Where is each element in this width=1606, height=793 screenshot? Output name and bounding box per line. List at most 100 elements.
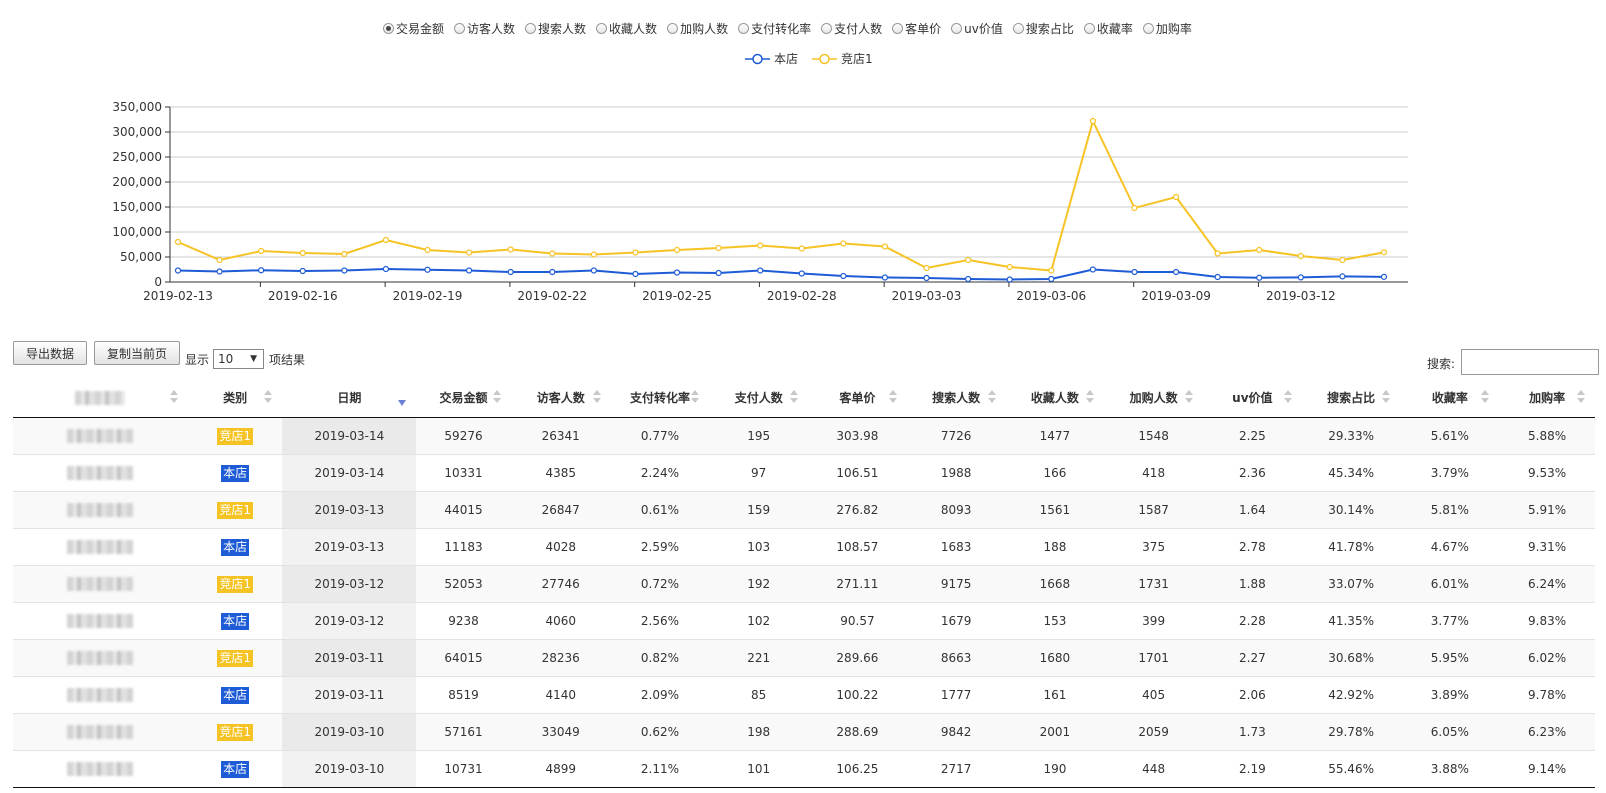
category-badge: 本店 (221, 760, 250, 778)
metric-radio-label: 支付转化率 (751, 21, 812, 36)
cell-value: 0.61% (610, 491, 710, 529)
cell-value: 1587 (1104, 491, 1203, 529)
cell-value: 2.06 (1203, 676, 1302, 714)
radio-circle-icon (525, 22, 537, 34)
metric-radio-1[interactable]: 访客人数 (454, 20, 515, 37)
copy-page-button[interactable]: 复制当前页 (94, 341, 180, 365)
cell-value: 28236 (510, 639, 611, 677)
column-header-7[interactable]: 客单价 (808, 378, 907, 418)
radio-circle-icon (1083, 22, 1095, 34)
metric-radio-group: 交易金额 访客人数 搜索人数 收藏人数 加购人数 支付转化率 支付人数 客单价 uv价值 搜索占比… (383, 18, 1202, 38)
cell-category: 本店 (187, 750, 283, 788)
data-point (1172, 268, 1180, 276)
cell-value: 2001 (1005, 713, 1105, 751)
cell-value: 188 (1005, 528, 1105, 566)
column-header-9[interactable]: 收藏人数 (1005, 378, 1105, 418)
data-point (923, 274, 930, 282)
column-header-6[interactable]: 支付人数 (709, 378, 809, 418)
category-badge: 竞店1 (217, 723, 253, 741)
cell-value: 4.67% (1400, 528, 1500, 566)
cell-value: 2.56% (610, 602, 710, 640)
data-point (1380, 249, 1388, 256)
x-tick-label: 2019-02-19 (393, 289, 463, 303)
column-header-2[interactable]: 日期 (282, 378, 417, 418)
metric-radio-5[interactable]: 支付转化率 (738, 20, 811, 37)
column-header-12[interactable]: 搜索占比 (1301, 378, 1401, 418)
cell-category: 竞店1 (187, 565, 283, 603)
column-header-label: 搜索占比 (1327, 391, 1376, 405)
sort-icon (264, 390, 273, 406)
legend-item-1[interactable]: 竞店1 (812, 50, 873, 67)
column-header-8[interactable]: 搜索人数 (906, 378, 1006, 418)
page-size-select[interactable]: 10 ▼ (213, 349, 264, 369)
cell-category: 竞店1 (187, 491, 283, 529)
legend-item-0[interactable]: 本店 (745, 50, 798, 67)
cell-value: 375 (1104, 528, 1203, 566)
sort-icon (592, 390, 601, 406)
metric-radio-0[interactable]: 交易金额 (383, 20, 444, 37)
column-header-13[interactable]: 收藏率 (1400, 378, 1500, 418)
data-point (715, 269, 722, 277)
cell-category: 竞店1 (187, 713, 283, 751)
metric-radio-7[interactable]: 客单价 (892, 20, 941, 37)
column-header-0[interactable] (13, 378, 188, 418)
cell-value: 11183 (416, 528, 511, 566)
column-header-4[interactable]: 访客人数 (510, 378, 611, 418)
column-header-10[interactable]: 加购人数 (1104, 378, 1203, 418)
metric-radio-6[interactable]: 支付人数 (821, 20, 882, 37)
metric-radio-11[interactable]: 加购率 (1142, 20, 1192, 37)
sort-icon (888, 390, 897, 406)
cell-value: 1.73 (1203, 713, 1302, 751)
cell-shop-name (13, 713, 188, 751)
radio-circle-icon (738, 22, 750, 34)
sort-icon (987, 390, 996, 406)
sort-icon (1577, 390, 1585, 406)
blurred-shop-name (67, 688, 134, 703)
data-point (299, 267, 306, 275)
radio-circle-icon (1142, 22, 1154, 34)
data-point (1131, 204, 1138, 212)
data-point (258, 267, 265, 274)
cell-value: 27746 (510, 565, 611, 603)
y-tick-label: 100,000 (112, 225, 162, 239)
column-header-14[interactable]: 加购率 (1499, 378, 1595, 418)
search-input[interactable] (1461, 349, 1599, 375)
data-point (1089, 266, 1096, 273)
metric-radio-3[interactable]: 收藏人数 (596, 20, 657, 37)
column-header-label: 搜索人数 (932, 391, 981, 405)
cell-value: 0.62% (610, 713, 710, 751)
metric-radio-10[interactable]: 收藏率 (1083, 20, 1133, 37)
cell-value: 44015 (416, 491, 511, 529)
blurred-shop-name (67, 540, 134, 555)
metric-radio-2[interactable]: 搜索人数 (525, 20, 586, 37)
cell-value: 1777 (906, 676, 1006, 714)
cell-category: 本店 (187, 602, 283, 640)
column-header-3[interactable]: 交易金额 (416, 378, 511, 418)
cell-value: 7726 (906, 417, 1006, 455)
column-header-label: 类别 (223, 391, 248, 405)
cell-value: 153 (1005, 602, 1105, 640)
metric-radio-4[interactable]: 加购人数 (667, 20, 728, 37)
cell-shop-name (13, 417, 188, 455)
category-badge: 竞店1 (217, 649, 253, 667)
cell-value: 1561 (1005, 491, 1105, 529)
cell-value: 8519 (416, 676, 511, 714)
legend-line-circle-icon (745, 53, 770, 64)
cell-value: 159 (709, 491, 809, 529)
data-point (382, 236, 390, 244)
export-data-button[interactable]: 导出数据 (13, 341, 87, 365)
column-header-label: 收藏率 (1431, 391, 1468, 405)
metric-radio-8[interactable]: uv价值 (951, 20, 1003, 37)
column-header-label: 日期 (337, 391, 362, 405)
cell-date: 2019-03-14 (282, 417, 417, 455)
column-header-1[interactable]: 类别 (187, 378, 283, 418)
cell-value: 10731 (416, 750, 511, 788)
metric-radio-9[interactable]: 搜索占比 (1012, 20, 1074, 37)
cell-category: 本店 (187, 454, 283, 492)
column-header-5[interactable]: 支付转化率 (610, 378, 710, 418)
column-header-11[interactable]: uv价值 (1203, 378, 1302, 418)
data-point (632, 249, 639, 256)
cell-value: 1679 (906, 602, 1006, 640)
x-tick-label: 2019-02-22 (517, 289, 587, 303)
search-label: 搜索: (1427, 357, 1456, 371)
